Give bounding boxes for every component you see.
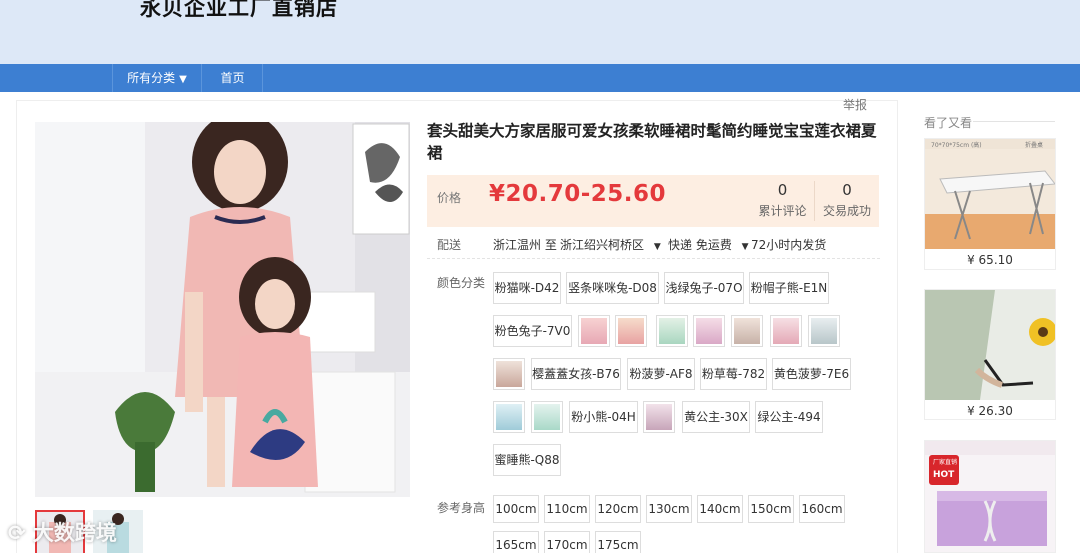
watermark-prefix: 大数	[32, 521, 75, 545]
report-link[interactable]: 举报	[843, 96, 867, 113]
destination-caret-icon: ▼	[653, 242, 661, 252]
size-option[interactable]: 160cm	[799, 495, 845, 523]
color-option[interactable]: 粉草莓-782	[700, 358, 767, 390]
color-swatch-image[interactable]	[656, 315, 688, 347]
recommended-item-image: 厂家直销 HOT	[925, 441, 1055, 552]
color-option[interactable]: 竖条咪咪兔-D08	[566, 272, 659, 304]
price-panel: 价格 ¥20.70-25.60 0 累计评论 0 交易成功	[427, 175, 879, 227]
home-link[interactable]: 首页	[203, 64, 263, 92]
recommended-item-price: ¥ 65.10	[967, 253, 1013, 267]
color-swatch-image[interactable]	[808, 315, 840, 347]
review-label: 累计评论	[758, 204, 807, 218]
shipping-method: 快递 免运费	[668, 238, 732, 252]
color-option[interactable]: 粉色兔子-7V0	[493, 315, 572, 347]
sidebar-divider	[973, 121, 1055, 122]
color-option[interactable]: 粉菠萝-AF8	[627, 358, 695, 390]
price-label: 价格	[437, 191, 462, 205]
size-option[interactable]: 140cm	[697, 495, 743, 523]
all-categories-label: 所有分类	[127, 71, 176, 85]
review-count: 0	[777, 181, 788, 199]
image-caption: 70*70*75cm (高)	[931, 141, 982, 149]
color-options-label: 颜色分类	[437, 276, 486, 290]
method-caret-icon: ▼	[741, 242, 749, 252]
color-swatch-image[interactable]	[770, 315, 802, 347]
size-options-label: 参考身高	[437, 501, 486, 515]
size-option[interactable]: 150cm	[748, 495, 794, 523]
color-option[interactable]: 樱蓋蓋女孩-B76	[531, 358, 621, 390]
badge-text: 厂家直销	[933, 458, 957, 466]
color-option[interactable]: 绿公主-494	[755, 401, 823, 433]
size-option[interactable]: 165cm	[493, 531, 539, 553]
main-product-image[interactable]	[35, 122, 410, 497]
deal-label: 交易成功	[822, 204, 871, 218]
color-swatch-image[interactable]	[493, 358, 525, 390]
recommended-item-image	[925, 290, 1055, 400]
color-option[interactable]: 浅绿兔子-07O	[664, 272, 744, 304]
size-option[interactable]: 100cm	[493, 495, 539, 523]
shop-header: 永贝企业工厂直销店	[0, 0, 1080, 64]
color-swatch-image[interactable]	[615, 315, 647, 347]
color-option[interactable]: 粉小熊-04H	[569, 401, 638, 433]
color-option[interactable]: 粉帽子熊-E1N	[749, 272, 829, 304]
product-title: 套头甜美大方家居服可爱女孩柔软睡裙时髦简约睡觉宝宝莲衣裙夏裙	[427, 122, 877, 162]
recommended-item-price: ¥ 26.30	[967, 404, 1013, 418]
shipping-label: 配送	[437, 238, 462, 252]
size-option[interactable]: 130cm	[646, 495, 692, 523]
shipping-dispatch: 72小时内发货	[751, 238, 827, 252]
watermark-text: 跨境	[74, 521, 117, 545]
color-option[interactable]: 黄色菠萝-7E6	[772, 358, 851, 390]
color-swatch-image[interactable]	[693, 315, 725, 347]
shipping-destination-select[interactable]: 浙江绍兴柯桥区 ▼	[560, 236, 661, 253]
review-stat[interactable]: 0 累计评论	[751, 181, 815, 221]
divider	[427, 258, 880, 259]
recommended-item[interactable]: ¥ 26.30	[924, 289, 1056, 420]
all-categories-menu[interactable]: 所有分类 ▼	[112, 64, 202, 92]
color-swatch-image[interactable]	[531, 401, 563, 433]
color-option[interactable]: 黄公主-30X	[682, 401, 750, 433]
shipping-destination: 浙江绍兴柯桥区	[560, 238, 645, 252]
recommended-item-image: 70*70*75cm (高) 折叠桌	[925, 139, 1055, 249]
watermark: ⟳ 大数跨境	[8, 521, 117, 545]
color-swatch-image[interactable]	[493, 401, 525, 433]
size-option[interactable]: 170cm	[544, 531, 590, 553]
color-swatch-image[interactable]	[578, 315, 610, 347]
color-option[interactable]: 粉猫咪-D42	[493, 272, 561, 304]
caret-down-icon: ▼	[179, 74, 187, 85]
shop-name[interactable]: 永贝企业工厂直销店	[140, 0, 338, 22]
recommended-item[interactable]: 厂家直销 HOT	[924, 440, 1056, 553]
nav-bar: 所有分类 ▼ 首页	[0, 64, 1080, 92]
deal-stat: 0 交易成功	[815, 181, 879, 219]
image-caption-2: 折叠桌	[1025, 141, 1043, 149]
hot-label: HOT	[933, 470, 955, 480]
sidebar-title: 看了又看	[924, 116, 973, 130]
color-swatch-image[interactable]	[643, 401, 675, 433]
deal-count: 0	[842, 181, 852, 199]
recommended-item[interactable]: 70*70*75cm (高) 折叠桌 ¥ 65.10	[924, 138, 1056, 270]
price-value: ¥20.70-25.60	[489, 181, 667, 207]
shipping-origin: 浙江温州 至	[493, 238, 557, 252]
size-option[interactable]: 175cm	[595, 531, 641, 553]
color-swatch-image[interactable]	[731, 315, 763, 347]
shipping-method-select[interactable]: 快递 免运费 ▼	[668, 236, 749, 253]
size-option[interactable]: 110cm	[544, 495, 590, 523]
color-option[interactable]: 蜜睡熊-Q88	[493, 444, 561, 476]
size-option[interactable]: 120cm	[595, 495, 641, 523]
